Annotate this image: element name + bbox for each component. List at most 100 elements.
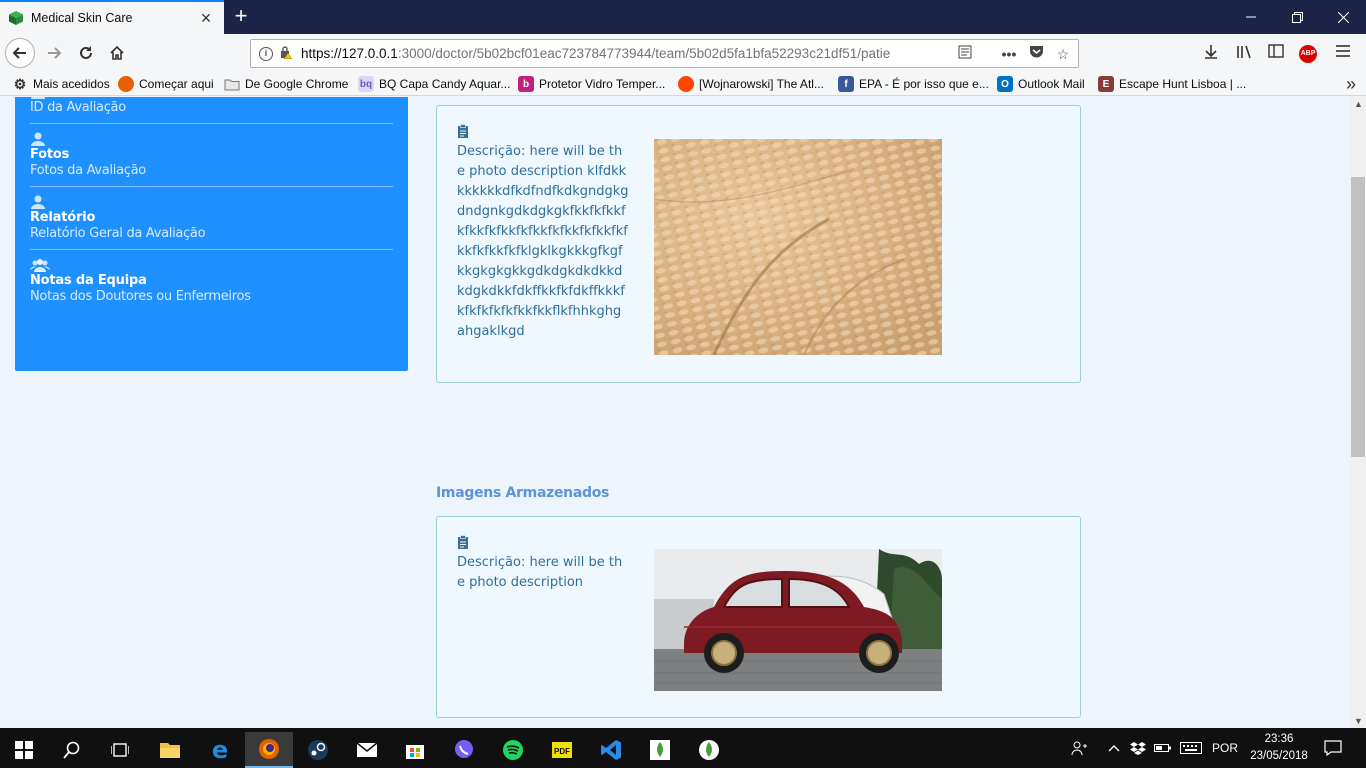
clock-time: 23:36 (1264, 733, 1294, 745)
keyboard-icon[interactable] (1178, 728, 1204, 768)
taskbar-mongodb-1[interactable] (636, 732, 684, 768)
search-button[interactable] (48, 732, 96, 768)
car-photo[interactable] (654, 549, 942, 691)
sidebar-item-team-notes[interactable]: Notas da Equipa Notas dos Doutores ou En… (30, 250, 393, 312)
new-tab-button[interactable]: + (228, 2, 254, 30)
info-icon[interactable]: i (259, 46, 273, 61)
show-hidden-icons-icon[interactable] (1104, 728, 1124, 768)
close-tab-icon[interactable]: × (196, 8, 216, 29)
taskbar-mongodb-2[interactable] (685, 732, 733, 768)
bookmark-folder[interactable]: De Google Chrome (224, 75, 348, 93)
bookmark-item[interactable]: Começar aqui (118, 75, 214, 93)
task-view-button[interactable] (96, 732, 144, 768)
home-button[interactable] (103, 39, 131, 67)
reload-icon (80, 46, 92, 59)
taskbar-pdf-app[interactable]: PDF (538, 732, 586, 768)
task-view-icon (111, 743, 129, 757)
url-text: https://127.0.0.1:3000/doctor/5b02bcf01e… (301, 46, 891, 61)
tab-title: Medical Skin Care (31, 11, 133, 25)
firefox-icon (259, 739, 279, 759)
people-icon[interactable] (1066, 728, 1092, 768)
mongodb-leaf-icon (650, 740, 670, 760)
scroll-up-icon[interactable]: ▲ (1354, 99, 1363, 109)
clock-date: 23/05/2018 (1250, 750, 1308, 762)
users-group-icon (30, 259, 50, 272)
bookmark-item[interactable]: bq BQ Capa Candy Aquar... (358, 75, 510, 93)
hamburger-menu-icon[interactable] (1333, 44, 1353, 64)
taskbar-spotify[interactable] (489, 732, 537, 768)
taskbar-store[interactable] (391, 732, 439, 768)
bookmark-item[interactable]: ⚙ Mais acedidos (12, 75, 110, 93)
notifications-icon[interactable] (1318, 728, 1348, 768)
mail-icon (356, 742, 378, 757)
clipboard-icon (458, 535, 468, 549)
start-button[interactable] (0, 732, 48, 768)
bookmark-item[interactable]: [Wojnarowski] The Atl... (678, 75, 824, 93)
pdf-icon: PDF (552, 742, 572, 758)
store-icon (406, 745, 424, 759)
bookmark-item[interactable]: b Protetor Vidro Temper... (518, 75, 665, 93)
bookmark-item[interactable]: E Escape Hunt Lisboa | ... (1098, 75, 1246, 93)
reader-view-icon[interactable] (955, 44, 975, 64)
reddit-icon (678, 76, 694, 92)
clipboard-icon (458, 124, 468, 138)
outlook-icon: O (997, 76, 1013, 92)
gear-icon: ⚙ (13, 75, 27, 92)
insecure-lock-icon[interactable] (279, 45, 293, 62)
mongodb-leaf-icon (699, 740, 719, 760)
page-viewport: ID da Avaliação Fotos Fotos da Avaliação… (0, 97, 1350, 728)
close-window-icon[interactable] (1320, 0, 1366, 34)
back-button[interactable] (5, 38, 35, 68)
facebook-icon: f (838, 76, 854, 92)
page-actions-icon[interactable]: ••• (999, 44, 1019, 64)
firefox-icon (118, 76, 134, 92)
scrollbar-thumb[interactable] (1351, 177, 1365, 457)
taskbar-edge[interactable]: e (196, 732, 244, 768)
taskbar-firefox[interactable] (245, 732, 293, 768)
sidebar-toggle-icon[interactable] (1266, 44, 1286, 64)
minimize-icon[interactable] (1228, 0, 1274, 34)
bq-icon: b (518, 76, 534, 92)
folder-icon (224, 76, 240, 92)
taskbar-vscode[interactable] (587, 732, 635, 768)
bookmark-item[interactable]: O Outlook Mail (997, 75, 1085, 93)
navigation-toolbar: i https://127.0.0.1:3000/doctor/5b02bcf0… (0, 34, 1366, 72)
page-scrollbar[interactable]: ▲ ▼ (1350, 97, 1366, 728)
skin-photo[interactable] (654, 139, 942, 355)
spotify-icon (503, 740, 523, 760)
system-clock[interactable]: 23:36 23/05/2018 (1250, 731, 1308, 765)
adblock-plus-icon[interactable]: ABP (1299, 45, 1317, 63)
taskbar-mail[interactable] (343, 732, 391, 768)
pocket-icon[interactable] (1026, 44, 1046, 64)
bookmark-star-icon[interactable]: ☆ (1053, 44, 1073, 64)
folder-icon (160, 743, 180, 758)
downloads-icon[interactable] (1201, 44, 1221, 64)
address-bar[interactable]: i https://127.0.0.1:3000/doctor/5b02bcf0… (250, 39, 1079, 68)
battery-icon[interactable] (1152, 728, 1174, 768)
restore-icon[interactable] (1274, 0, 1320, 34)
taskbar-steam[interactable] (294, 732, 342, 768)
browser-tab[interactable]: Medical Skin Care × (0, 0, 224, 34)
app-cube-icon (9, 11, 23, 25)
forward-button[interactable] (40, 39, 68, 67)
sidebar-item-id[interactable]: ID da Avaliação (30, 97, 393, 124)
photo-description: Descrição: here will be the photo descri… (457, 555, 623, 590)
home-icon (110, 45, 124, 60)
forward-arrow-icon (48, 47, 62, 59)
viber-icon (455, 740, 473, 758)
input-language[interactable]: POR (1208, 728, 1242, 768)
reload-button[interactable] (72, 39, 100, 67)
taskbar-file-explorer[interactable] (146, 732, 194, 768)
edge-icon: e (211, 736, 229, 764)
bookmark-item[interactable]: f EPA - É por isso que e... (838, 75, 989, 93)
library-icon[interactable] (1234, 44, 1254, 64)
sidebar-item-photos[interactable]: Fotos Fotos da Avaliação (30, 124, 393, 187)
evaluation-sidebar: ID da Avaliação Fotos Fotos da Avaliação… (15, 97, 408, 371)
photo-card: Descrição: here will be the photo descri… (436, 516, 1081, 718)
dropbox-icon[interactable] (1128, 728, 1148, 768)
taskbar-viber[interactable] (440, 732, 488, 768)
sidebar-item-report[interactable]: Relatório Relatório Geral da Avaliação (30, 187, 393, 250)
scroll-down-icon[interactable]: ▼ (1354, 716, 1363, 726)
more-bookmarks-icon[interactable]: » (1346, 74, 1356, 95)
back-arrow-icon (12, 47, 26, 59)
